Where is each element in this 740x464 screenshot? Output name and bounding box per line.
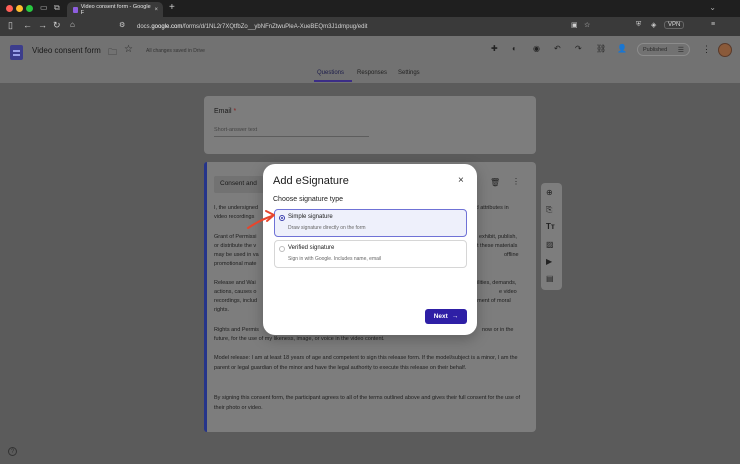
- consent-paragraph: By signing this consent form, the partic…: [214, 395, 521, 411]
- consent-paragraph: Model release: I am at least 18 years of…: [214, 355, 518, 371]
- email-question-card[interactable]: [204, 96, 536, 154]
- option-title: Verified signature: [288, 245, 335, 251]
- google-forms-logo[interactable]: [10, 45, 23, 60]
- email-answer-placeholder: Short-answer text: [214, 127, 258, 133]
- published-button[interactable]: Published ☰: [637, 43, 690, 56]
- add-title-icon[interactable]: Tт: [546, 222, 555, 231]
- card-more-icon[interactable]: ⋮: [512, 177, 520, 186]
- site-info-icon[interactable]: ⚙: [119, 21, 125, 29]
- forward-icon[interactable]: →: [38, 20, 47, 30]
- consent-text: video recordings: [214, 214, 255, 220]
- url-path: /forms/d/1NL2r7XQtfbZo__ybNFnZtwuPleA-Xu…: [182, 23, 368, 30]
- publish-settings-icon: ☰: [677, 46, 684, 54]
- active-tab-indicator: [314, 80, 352, 82]
- redo-icon[interactable]: ↷: [575, 44, 582, 53]
- active-card-indicator: [204, 162, 207, 432]
- tab-responses[interactable]: Responses: [357, 70, 387, 76]
- tab-close-icon[interactable]: ×: [154, 7, 158, 13]
- add-video-icon[interactable]: ▶: [546, 257, 552, 266]
- consent-text: future, for the use of my likeness, imag…: [214, 336, 385, 342]
- consent-text: promotional mate: [214, 261, 257, 267]
- sidebar-icon[interactable]: ▯: [8, 20, 13, 31]
- next-label: Next: [433, 313, 448, 320]
- next-button[interactable]: Next →: [425, 309, 467, 324]
- url-domain: google.com: [151, 23, 183, 30]
- email-answer-underline: [214, 136, 369, 137]
- addons-puzzle-icon[interactable]: ✚: [491, 44, 498, 53]
- more-options-icon[interactable]: ⋮: [702, 44, 711, 55]
- browser-titlebar: ▭ ⧉ Video consent form - Google F × + ⌄: [0, 0, 740, 17]
- add-question-icon[interactable]: ⊕: [546, 188, 553, 197]
- avatar[interactable]: [718, 43, 732, 57]
- url-prefix: docs.: [137, 23, 152, 30]
- palette-icon[interactable]: ◐: [512, 44, 517, 53]
- tab-settings[interactable]: Settings: [398, 70, 420, 76]
- signature-type-label: Choose signature type: [273, 196, 344, 203]
- import-questions-icon[interactable]: ⎘: [546, 205, 552, 215]
- close-window-button[interactable]: [6, 5, 13, 12]
- reload-icon[interactable]: ↻: [53, 20, 61, 31]
- option-subtitle: Sign in with Google. Includes name, emai…: [288, 256, 382, 262]
- preview-eye-icon[interactable]: ◉: [533, 44, 540, 53]
- arrow-right-icon: →: [451, 313, 459, 320]
- save-status: All changes saved in Drive: [146, 48, 205, 54]
- browser-toolbar: ▯ ← → ↻ ⌂ ⚙ docs. google.com/forms/d/1NL2…: [0, 17, 740, 36]
- star-icon[interactable]: ☆: [124, 44, 133, 55]
- option-subtitle: Draw signature directly on the form: [288, 225, 366, 231]
- reader-mode-icon[interactable]: ▣: [571, 21, 578, 29]
- consent-text: rights.: [214, 307, 229, 313]
- browser-tab[interactable]: Video consent form - Google F ×: [67, 2, 163, 17]
- vpn-button[interactable]: VPN: [664, 21, 685, 29]
- add-image-icon[interactable]: ▨: [546, 240, 554, 249]
- address-bar[interactable]: docs. google.com/forms/d/1NL2r7XQtfbZo__y…: [130, 20, 595, 33]
- bookmark-star-icon[interactable]: ☆: [584, 21, 590, 29]
- tab-list-icon[interactable]: ⧉: [54, 3, 60, 13]
- forms-favicon-icon: [73, 6, 78, 13]
- add-section-icon[interactable]: ▤: [546, 274, 554, 283]
- required-asterisk: *: [233, 108, 237, 115]
- folder-icon[interactable]: 🗀: [108, 45, 117, 61]
- home-icon[interactable]: ⌂: [70, 20, 75, 29]
- trash-icon[interactable]: 🗑: [490, 178, 500, 187]
- email-label-text: Email: [214, 108, 232, 115]
- verified-signature-radio[interactable]: [279, 246, 285, 252]
- form-title[interactable]: Video consent form: [32, 46, 101, 55]
- add-collaborator-icon[interactable]: 👤: [617, 44, 627, 53]
- shield-icon[interactable]: ⛨: [636, 21, 641, 29]
- link-icon[interactable]: ⛓: [596, 44, 606, 53]
- chevron-down-icon[interactable]: ⌄: [709, 3, 716, 12]
- simple-signature-radio[interactable]: [279, 215, 285, 221]
- back-icon[interactable]: ←: [23, 20, 32, 30]
- wallet-icon[interactable]: ◈: [651, 21, 656, 29]
- help-icon[interactable]: ?: [8, 447, 17, 456]
- tab-title: Video consent form - Google F: [80, 3, 151, 16]
- tab-questions[interactable]: Questions: [317, 70, 344, 76]
- sidebar-toggle-icon[interactable]: ▭: [40, 3, 48, 12]
- option-title: Simple signature: [288, 214, 333, 220]
- consent-text: offline: [504, 252, 519, 258]
- close-icon[interactable]: ×: [458, 175, 464, 186]
- undo-icon[interactable]: ↶: [554, 44, 561, 53]
- published-label: Published: [643, 46, 668, 53]
- minimize-window-button[interactable]: [16, 5, 23, 12]
- maximize-window-button[interactable]: [26, 5, 33, 12]
- menu-icon[interactable]: ≡: [711, 21, 715, 28]
- email-question-label: Email *: [214, 108, 236, 115]
- dialog-title: Add eSignature: [273, 175, 349, 187]
- new-tab-button[interactable]: +: [169, 2, 175, 13]
- consent-text: now or in the: [482, 327, 514, 333]
